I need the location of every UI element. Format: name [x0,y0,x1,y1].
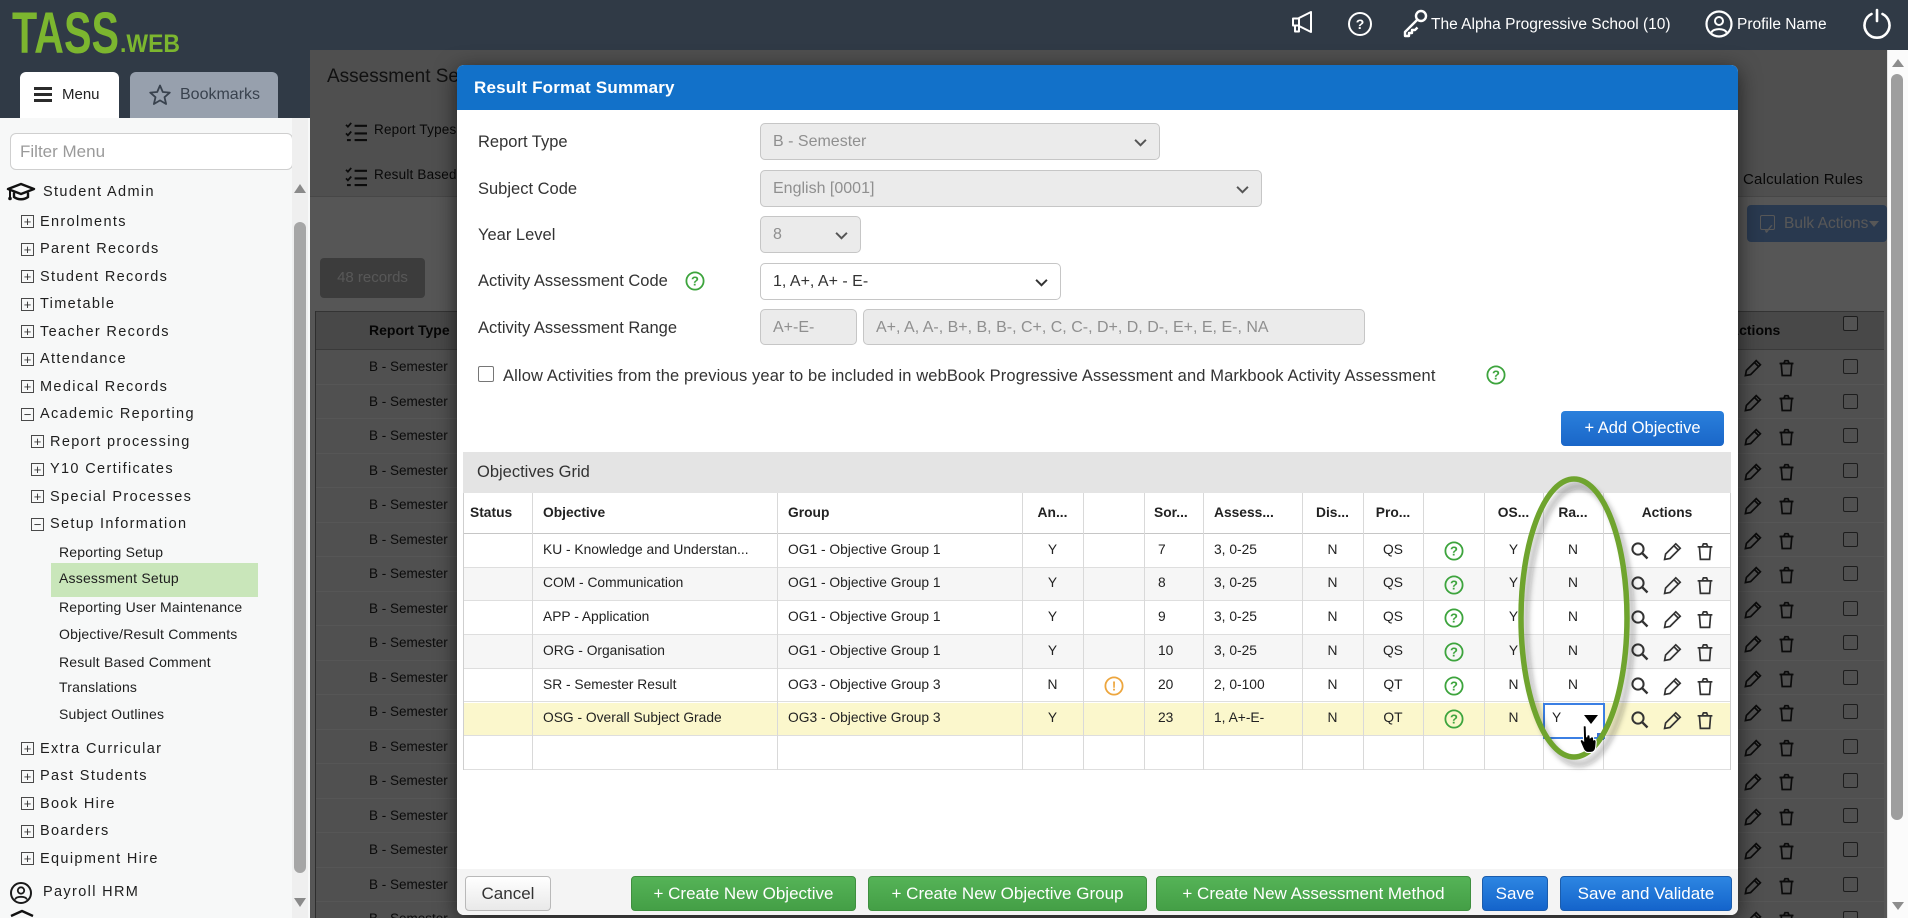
svg-text:?: ? [1450,577,1458,592]
svg-text:?: ? [1356,16,1365,32]
svg-text:?: ? [1450,678,1458,693]
svg-text:?: ? [1450,543,1458,558]
svg-text:?: ? [1450,644,1458,659]
svg-text:TASS: TASS [12,3,119,65]
svg-text:?: ? [1450,712,1458,727]
svg-text:?: ? [1450,611,1458,626]
svg-text:.WEB: .WEB [120,30,180,58]
svg-text:?: ? [1492,368,1500,383]
svg-text:!: ! [1111,678,1115,693]
svg-text:?: ? [691,274,699,289]
